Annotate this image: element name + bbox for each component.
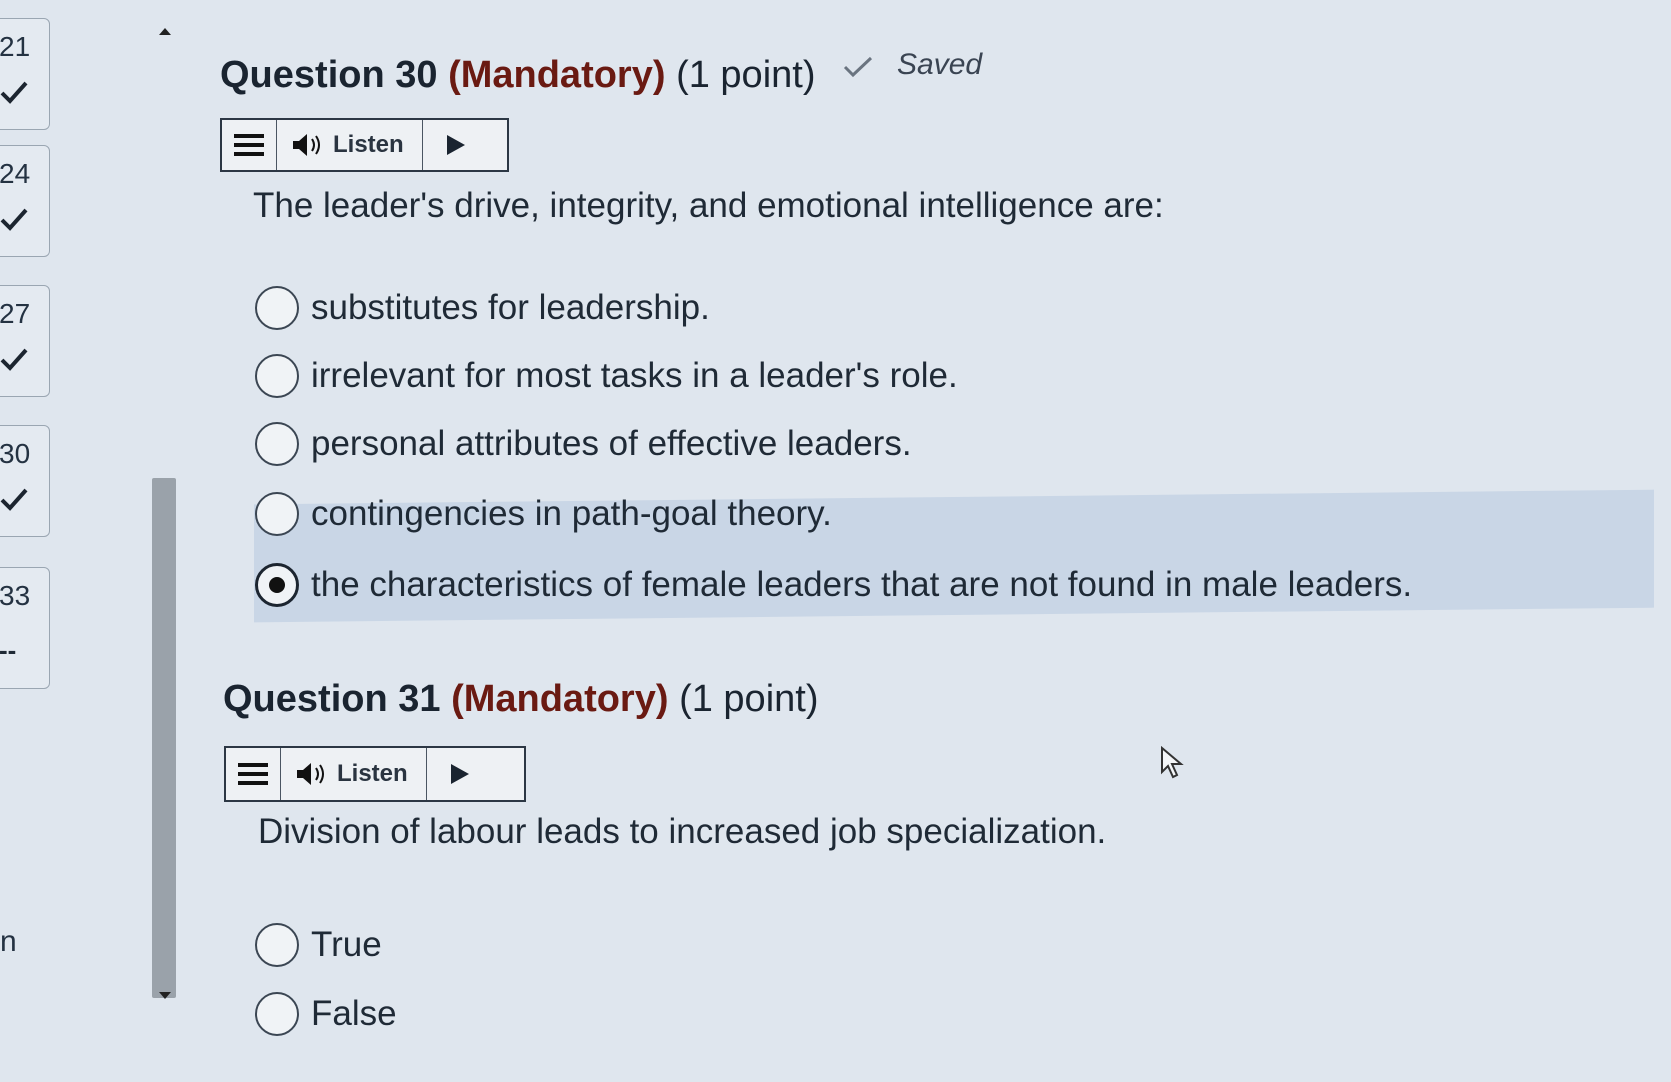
nav-footer-text: n: [0, 925, 17, 958]
option-label: True: [311, 925, 382, 964]
option-label: contingencies in path-goal theory.: [311, 494, 832, 533]
nav-item-30[interactable]: 30: [0, 425, 50, 537]
nav-item-27[interactable]: 27: [0, 285, 50, 397]
check-icon: [0, 81, 28, 104]
radio-button[interactable]: [255, 992, 299, 1036]
play-button[interactable]: [427, 748, 493, 800]
q30-option-3[interactable]: personal attributes of effective leaders…: [255, 414, 912, 474]
saved-status: Saved: [897, 48, 983, 81]
nav-item-33[interactable]: 33 --: [0, 567, 50, 689]
listen-menu-button[interactable]: [226, 748, 281, 800]
question-30-text: The leader's drive, integrity, and emoti…: [253, 186, 1164, 225]
mouse-pointer-icon: [1161, 746, 1184, 779]
radio-button[interactable]: [255, 923, 299, 967]
question-31-text: Division of labour leads to increased jo…: [258, 812, 1107, 851]
nav-item-number: 30: [0, 438, 31, 469]
scroll-up-arrow-icon[interactable]: [159, 28, 171, 35]
radio-button[interactable]: [255, 286, 299, 330]
q31-option-true[interactable]: True: [255, 915, 382, 975]
speaker-icon: [297, 763, 324, 785]
radio-button[interactable]: [255, 422, 299, 466]
mandatory-label: (Mandatory): [451, 678, 669, 720]
q31-option-false[interactable]: False: [255, 984, 397, 1044]
listen-label: Listen: [337, 760, 408, 787]
option-label: the characteristics of female leaders th…: [311, 565, 1413, 604]
listen-label: Listen: [333, 131, 404, 158]
listen-button[interactable]: Listen: [281, 748, 427, 800]
speaker-icon: [293, 134, 320, 156]
nav-item-number: 27: [0, 298, 31, 329]
listen-menu-button[interactable]: [222, 120, 277, 170]
nav-item-21[interactable]: 21: [0, 18, 50, 130]
nav-item-number: 24: [0, 158, 31, 189]
mandatory-label: (Mandatory): [448, 54, 666, 96]
scroll-down-arrow-icon[interactable]: [159, 992, 171, 999]
radio-button[interactable]: [255, 354, 299, 398]
unanswered-dash: --: [0, 635, 17, 665]
question-30-title: Question 30 (Mandatory) (1 point): [220, 54, 815, 97]
nav-item-number: 21: [0, 31, 31, 62]
option-label: substitutes for leadership.: [311, 288, 710, 327]
play-icon: [446, 135, 465, 155]
q30-option-4[interactable]: contingencies in path-goal theory.: [255, 484, 832, 544]
question-31-title: Question 31 (Mandatory) (1 point): [223, 678, 818, 721]
listen-toolbar: Listen: [220, 118, 509, 172]
points-label: (1 point): [679, 678, 819, 720]
option-label: False: [311, 994, 397, 1033]
check-icon: [0, 348, 28, 371]
nav-item-24[interactable]: 24: [0, 145, 50, 257]
menu-icon: [238, 763, 268, 785]
listen-toolbar: Listen: [224, 746, 526, 802]
question-number: Question 30: [220, 54, 438, 96]
question-number: Question 31: [223, 678, 441, 720]
radio-button[interactable]: [255, 492, 299, 536]
option-label: personal attributes of effective leaders…: [311, 424, 912, 463]
radio-button-selected[interactable]: [255, 563, 299, 607]
scrollbar[interactable]: [150, 20, 180, 1010]
menu-icon: [234, 134, 264, 156]
play-button[interactable]: [423, 120, 489, 170]
nav-item-number: 33: [0, 580, 31, 611]
listen-button[interactable]: Listen: [277, 120, 423, 170]
q30-option-1[interactable]: substitutes for leadership.: [255, 278, 710, 338]
check-icon: [0, 488, 28, 511]
points-label: (1 point): [676, 54, 816, 96]
q30-option-2[interactable]: irrelevant for most tasks in a leader's …: [255, 346, 958, 406]
scrollbar-thumb[interactable]: [152, 478, 176, 998]
check-icon: [0, 208, 28, 231]
saved-check-icon: [843, 56, 873, 78]
play-icon: [450, 764, 469, 784]
option-label: irrelevant for most tasks in a leader's …: [311, 356, 958, 395]
q30-option-5[interactable]: the characteristics of female leaders th…: [255, 555, 1412, 615]
